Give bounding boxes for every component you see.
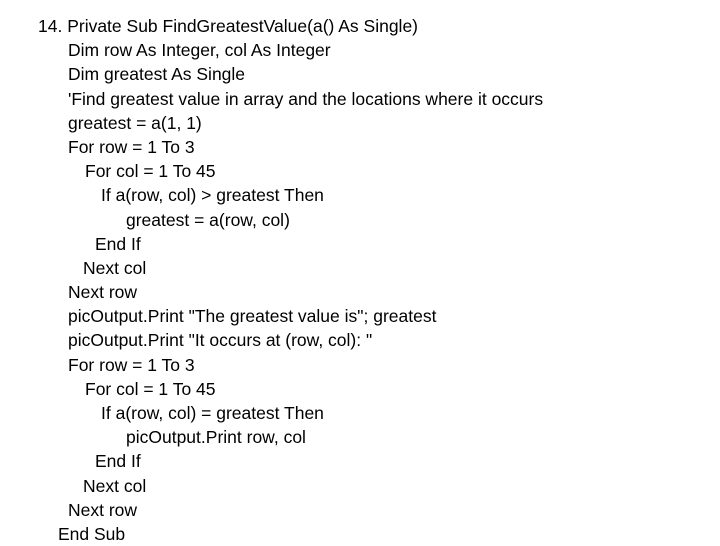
code-line: Next row xyxy=(68,499,138,520)
code-line: 'Find greatest value in array and the lo… xyxy=(68,88,544,109)
code-line: Next col xyxy=(83,475,147,496)
code-line: greatest = a(row, col) xyxy=(126,209,290,230)
code-line: picOutput.Print "The greatest value is";… xyxy=(68,306,437,327)
code-line: For row = 1 To 3 xyxy=(68,136,195,157)
code-line: Next row xyxy=(68,282,138,303)
code-line: picOutput.Print "It occurs at (row, col)… xyxy=(68,330,373,351)
code-line: If a(row, col) = greatest Then xyxy=(101,403,324,423)
code-line: End If xyxy=(95,233,141,254)
code-line: For row = 1 To 3 xyxy=(68,354,195,375)
code-line: 14. Private Sub FindGreatestValue(a() As… xyxy=(38,16,419,36)
code-line: For col = 1 To 45 xyxy=(85,161,216,182)
code-line: greatest = a(1, 1) xyxy=(68,112,202,133)
code-line: picOutput.Print row, col xyxy=(126,427,306,448)
code-line: Dim row As Integer, col As Integer xyxy=(68,40,331,61)
code-line: Dim greatest As Single xyxy=(68,64,246,85)
code-line: For col = 1 To 45 xyxy=(85,378,216,399)
code-line: Next col xyxy=(83,257,147,278)
code-listing: 14. Private Sub FindGreatestValue(a() As… xyxy=(0,0,720,546)
code-line: If a(row, col) > greatest Then xyxy=(101,185,324,206)
code-line: End Sub xyxy=(58,523,126,544)
code-line: End If xyxy=(95,451,141,472)
